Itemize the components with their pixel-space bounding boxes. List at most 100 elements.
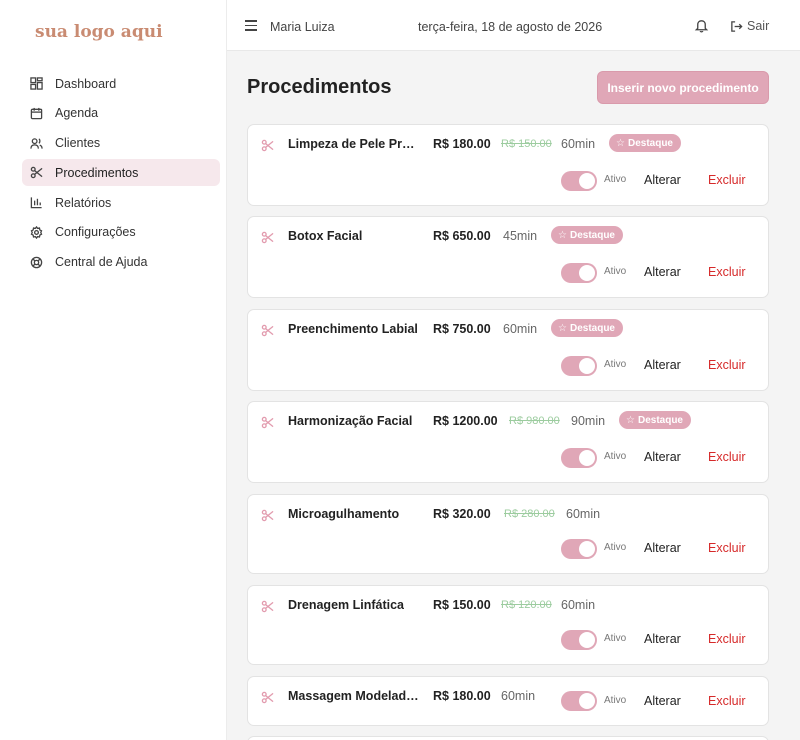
- star-icon: ☆: [558, 322, 567, 334]
- active-toggle[interactable]: [561, 630, 597, 650]
- add-procedure-button[interactable]: Inserir novo procedimento: [597, 71, 769, 104]
- sidebar-item-dashboard[interactable]: Dashboard: [22, 70, 220, 97]
- scissors-icon: [261, 691, 274, 704]
- logout-label: Sair: [747, 19, 770, 33]
- procedure-old-price: R$ 150.00: [501, 138, 552, 150]
- procedure-duration: 60min: [561, 598, 596, 612]
- delete-button[interactable]: Excluir: [708, 173, 746, 187]
- procedure-name: Drenagem Linfática: [288, 598, 405, 612]
- scissors-icon: [261, 416, 274, 429]
- sidebar-item-configuracoes[interactable]: Configurações: [22, 219, 220, 246]
- sidebar-item-procedimentos[interactable]: Procedimentos: [22, 159, 220, 187]
- procedure-duration: 45min: [503, 229, 538, 243]
- procedure-duration: 90min: [571, 414, 606, 428]
- active-label: Ativo: [604, 633, 627, 644]
- procedure-card: Limpeza de Pele Prof... R$ 180.00 R$ 150.0…: [247, 124, 769, 206]
- procedure-name: Botox Facial: [288, 229, 363, 243]
- sidebar-item-agenda[interactable]: Agenda: [22, 100, 220, 127]
- user-name: Maria Luiza: [270, 20, 335, 34]
- delete-button[interactable]: Excluir: [708, 694, 746, 708]
- procedure-price: R$ 180.00: [433, 137, 491, 151]
- procedure-card: Massagem Modeladora R$ 180.00 60min Ativo Al…: [247, 676, 769, 726]
- logout-button[interactable]: Sair: [730, 19, 769, 33]
- edit-button[interactable]: Alterar: [644, 694, 681, 708]
- bell-icon[interactable]: [694, 18, 709, 36]
- procedure-price: R$ 1200.00: [433, 414, 498, 428]
- procedure-card: [247, 736, 769, 740]
- featured-badge-label: Destaque: [569, 322, 615, 334]
- active-toggle[interactable]: [561, 448, 597, 468]
- procedure-price: R$ 650.00: [433, 229, 491, 243]
- edit-button[interactable]: Alterar: [644, 358, 681, 372]
- procedure-card: Microagulhamento R$ 320.00 R$ 280.00 60min A…: [247, 494, 769, 574]
- edit-button[interactable]: Alterar: [644, 450, 681, 464]
- featured-badge: ☆ Destaque: [551, 319, 623, 337]
- sidebar-nav: Dashboard Agenda Clientes Procedimentos: [22, 70, 220, 279]
- active-label: Ativo: [604, 266, 627, 277]
- edit-button[interactable]: Alterar: [644, 541, 681, 555]
- procedure-old-price: R$ 980.00: [509, 415, 560, 427]
- bar-chart-icon: [29, 196, 43, 210]
- procedure-price: R$ 320.00: [433, 507, 491, 521]
- edit-button[interactable]: Alterar: [644, 265, 681, 279]
- sidebar-item-relatorios[interactable]: Relatórios: [22, 189, 220, 216]
- sidebar-item-central-de-ajuda[interactable]: Central de Ajuda: [22, 249, 220, 276]
- procedure-name: Harmonização Facial: [288, 414, 413, 428]
- active-toggle[interactable]: [561, 171, 597, 191]
- scissors-icon: [261, 231, 274, 244]
- edit-button[interactable]: Alterar: [644, 632, 681, 646]
- active-toggle[interactable]: [561, 539, 597, 559]
- star-icon: ☆: [626, 414, 635, 426]
- procedure-duration: 60min: [561, 137, 596, 151]
- active-toggle[interactable]: [561, 356, 597, 376]
- procedure-name: Limpeza de Pele Prof...: [288, 137, 421, 151]
- procedure-card: Botox Facial R$ 650.00 45min ☆ Destaque Ativo…: [247, 216, 769, 298]
- calendar-icon: [29, 106, 43, 120]
- current-date: terça-feira, 18 de agosto de 2026: [418, 20, 603, 34]
- delete-button[interactable]: Excluir: [708, 358, 746, 372]
- delete-button[interactable]: Excluir: [708, 265, 746, 279]
- users-icon: [29, 136, 43, 150]
- procedure-duration: 60min: [566, 507, 601, 521]
- scissors-icon: [261, 139, 274, 152]
- top-bar: Maria Luiza terça-feira, 18 de agosto de…: [227, 0, 800, 51]
- sidebar-item-label: Relatórios: [55, 195, 112, 210]
- logout-icon: [731, 20, 743, 32]
- featured-badge-label: Destaque: [627, 137, 673, 149]
- active-label: Ativo: [604, 359, 627, 370]
- star-icon: ☆: [616, 137, 625, 149]
- delete-button[interactable]: Excluir: [708, 632, 746, 646]
- procedure-card: Harmonização Facial R$ 1200.00 R$ 980.00 90…: [247, 401, 769, 483]
- logo[interactable]: sua logo aqui: [35, 22, 163, 42]
- sidebar-item-label: Procedimentos: [55, 165, 139, 180]
- featured-badge: ☆ Destaque: [619, 411, 691, 429]
- lifebuoy-icon: [29, 255, 43, 269]
- delete-button[interactable]: Excluir: [708, 450, 746, 464]
- procedure-price: R$ 150.00: [433, 598, 491, 612]
- procedure-name: Massagem Modeladora: [288, 689, 421, 703]
- sidebar-item-clientes[interactable]: Clientes: [22, 130, 220, 157]
- featured-badge: ☆ Destaque: [551, 226, 623, 244]
- procedure-price: R$ 180.00: [433, 689, 491, 703]
- delete-button[interactable]: Excluir: [708, 541, 746, 555]
- procedure-price: R$ 750.00: [433, 322, 491, 336]
- procedure-name: Microagulhamento: [288, 507, 400, 521]
- edit-button[interactable]: Alterar: [644, 173, 681, 187]
- active-toggle[interactable]: [561, 263, 597, 283]
- procedure-old-price: R$ 120.00: [501, 599, 552, 611]
- procedure-old-price: R$ 280.00: [504, 508, 555, 520]
- featured-badge-label: Destaque: [637, 414, 683, 426]
- procedure-card: Preenchimento Labial R$ 750.00 60min ☆ Desta…: [247, 309, 769, 391]
- sidebar-item-label: Configurações: [55, 225, 136, 240]
- scissors-icon: [261, 324, 274, 337]
- scissors-icon: [29, 166, 43, 180]
- procedure-name: Preenchimento Labial: [288, 322, 418, 336]
- sidebar: sua logo aqui Dashboard Agenda Clientes: [0, 0, 227, 740]
- dashboard-icon: [29, 77, 43, 91]
- procedure-duration: 60min: [503, 322, 538, 336]
- active-label: Ativo: [604, 174, 627, 185]
- procedure-duration: 60min: [501, 689, 536, 703]
- active-toggle[interactable]: [561, 691, 597, 711]
- menu-icon[interactable]: [245, 20, 257, 34]
- star-icon: ☆: [558, 229, 567, 241]
